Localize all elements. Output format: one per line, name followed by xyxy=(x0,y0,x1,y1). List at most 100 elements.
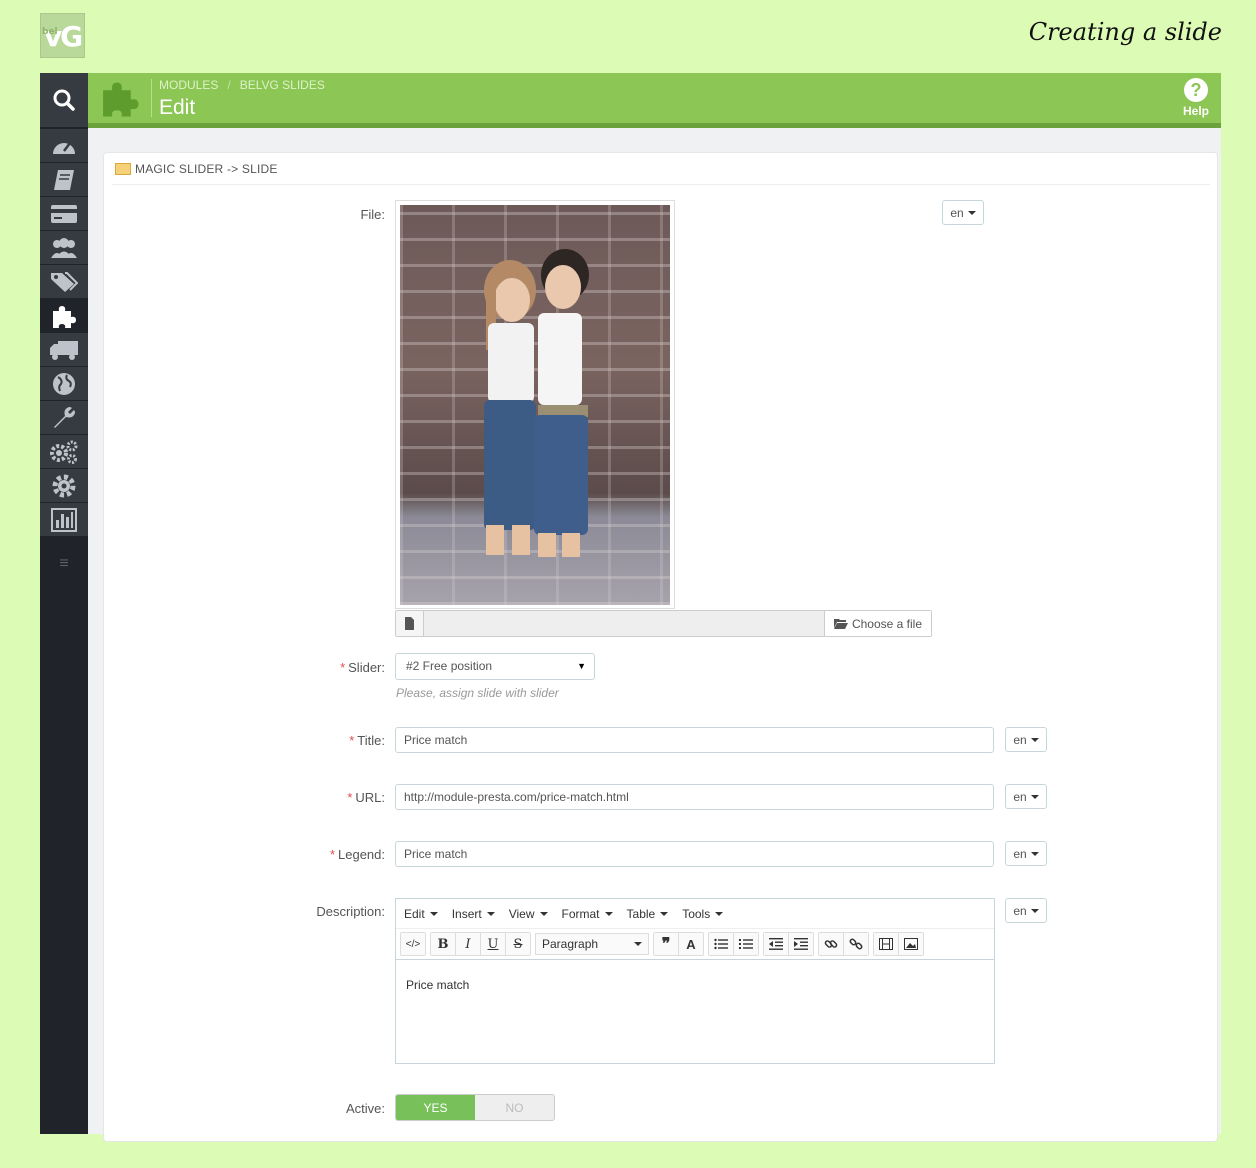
choose-file-button[interactable]: Choose a file xyxy=(824,611,931,636)
dropdown-arrow-icon: ▼ xyxy=(577,661,586,671)
active-yes-option[interactable]: YES xyxy=(396,1095,475,1120)
tags-icon xyxy=(51,271,78,292)
sidebar-item-modules[interactable] xyxy=(40,299,88,333)
italic-icon[interactable]: I xyxy=(456,933,481,955)
sidebar-item-dashboard[interactable] xyxy=(40,129,88,163)
legend-label: * Legend: xyxy=(265,847,385,862)
strikethrough-icon[interactable]: S xyxy=(506,933,530,955)
toolbar-group-media xyxy=(873,932,924,956)
blockquote-icon[interactable]: ❞ xyxy=(654,933,679,955)
numbered-list-icon[interactable] xyxy=(734,933,758,955)
url-label-text: URL: xyxy=(355,790,385,805)
file-lang-text: en xyxy=(950,205,964,220)
wrench-icon xyxy=(54,406,75,428)
image-icon[interactable] xyxy=(899,933,923,955)
sidebar-item-price-rules[interactable] xyxy=(40,265,88,299)
format-block-select[interactable]: Paragraph xyxy=(535,933,649,955)
active-toggle[interactable]: YES NO xyxy=(395,1094,555,1121)
active-no-option[interactable]: NO xyxy=(475,1095,554,1120)
sidebar-item-customers[interactable] xyxy=(40,231,88,265)
chevron-down-icon xyxy=(604,911,613,916)
editor-menu-insert[interactable]: Insert xyxy=(452,907,495,921)
settings-gear-icon xyxy=(52,474,76,497)
editor-content[interactable]: Price match xyxy=(396,960,994,1010)
belvg-logo: bel vG xyxy=(40,13,85,58)
customers-icon xyxy=(51,237,77,258)
chevron-down-icon xyxy=(715,911,724,916)
required-mark: * xyxy=(329,847,335,862)
editor-menu-table[interactable]: Table xyxy=(627,907,669,921)
sidebar-collapse-toggle[interactable]: ≡ xyxy=(40,555,88,573)
editor-menu-tools[interactable]: Tools xyxy=(682,906,724,921)
stats-icon xyxy=(51,507,77,532)
required-mark: * xyxy=(340,660,346,675)
toolbar-group-links xyxy=(818,932,869,956)
chevron-down-icon xyxy=(660,911,669,916)
required-mark: * xyxy=(347,790,353,805)
slider-select-value: #2 Free position xyxy=(406,659,493,673)
url-input[interactable]: http://module-presta.com/price-match.htm… xyxy=(395,784,994,810)
breadcrumb-belvg-slides[interactable]: BELVG SLIDES xyxy=(240,78,325,92)
page-caption: Creating a slide xyxy=(1028,18,1222,46)
link-icon[interactable] xyxy=(819,933,844,955)
sidebar-item-localization[interactable] xyxy=(40,367,88,401)
sidebar-item-administration[interactable] xyxy=(40,469,88,503)
slide-image-preview xyxy=(395,200,675,609)
title-input[interactable]: Price match xyxy=(395,727,994,753)
editor-menu-format[interactable]: Format xyxy=(562,907,613,921)
file-language-dropdown[interactable]: en xyxy=(942,200,984,225)
slide-photo xyxy=(400,205,670,605)
sidebar-item-orders[interactable] xyxy=(40,197,88,231)
menu-label: Table xyxy=(626,906,656,921)
legend-lang-text: en xyxy=(1013,846,1027,861)
title-language-dropdown[interactable]: en xyxy=(1005,727,1047,752)
menu-label: Tools xyxy=(682,906,711,921)
header-divider xyxy=(151,79,152,117)
underline-icon[interactable]: U xyxy=(481,933,506,955)
source-code-icon[interactable]: </> xyxy=(401,933,425,955)
bold-icon[interactable]: B xyxy=(431,933,456,955)
help-label: Help xyxy=(1182,104,1209,118)
editor-menu-view[interactable]: View xyxy=(509,907,548,921)
title-lang-text: en xyxy=(1013,732,1027,747)
sidebar-item-catalog[interactable] xyxy=(40,163,88,197)
panel-heading-text: MAGIC SLIDER -> SLIDE xyxy=(135,161,278,176)
video-icon[interactable] xyxy=(874,933,899,955)
sidebar-search-button[interactable] xyxy=(40,73,88,127)
indent-icon[interactable] xyxy=(789,933,813,955)
bullet-list-icon[interactable] xyxy=(709,933,734,955)
slider-select[interactable]: #2 Free position ▼ xyxy=(395,653,595,680)
toolbar-group-code: </> xyxy=(400,932,426,956)
legend-language-dropdown[interactable]: en xyxy=(1005,841,1047,866)
sidebar: ≡ xyxy=(40,73,88,1134)
catalog-book-icon xyxy=(54,169,74,190)
folder-icon xyxy=(115,162,131,175)
text-color-icon[interactable]: A xyxy=(679,933,703,955)
help-button[interactable]: ? Help xyxy=(1179,78,1213,118)
toolbar-group-lists xyxy=(708,932,759,956)
menu-label: Insert xyxy=(451,906,482,921)
unlink-icon[interactable] xyxy=(844,933,868,955)
credit-card-icon xyxy=(51,204,77,223)
legend-label-text: Legend: xyxy=(338,847,385,862)
sidebar-item-stats[interactable] xyxy=(40,503,88,537)
toolbar-group-indent xyxy=(763,932,814,956)
legend-input[interactable]: Price match xyxy=(395,841,994,867)
file-upload-field[interactable]: Choose a file xyxy=(395,610,932,637)
outdent-icon[interactable] xyxy=(764,933,789,955)
chevron-down-icon xyxy=(1030,908,1039,913)
menu-label: View xyxy=(508,906,535,921)
file-label: File: xyxy=(360,207,385,222)
dashboard-icon xyxy=(53,141,75,154)
chevron-down-icon xyxy=(486,911,495,916)
active-label: Active: xyxy=(345,1101,385,1116)
editor-menu-edit[interactable]: Edit xyxy=(404,907,438,921)
breadcrumb-modules[interactable]: MODULES xyxy=(159,78,218,92)
chevron-down-icon xyxy=(1030,851,1039,856)
sidebar-item-preferences[interactable] xyxy=(40,401,88,435)
description-language-dropdown[interactable]: en xyxy=(1005,898,1047,923)
slider-label: * Slider: xyxy=(265,660,385,675)
url-language-dropdown[interactable]: en xyxy=(1005,784,1047,809)
sidebar-item-advanced-parameters[interactable] xyxy=(40,435,88,469)
sidebar-item-shipping[interactable] xyxy=(40,333,88,367)
